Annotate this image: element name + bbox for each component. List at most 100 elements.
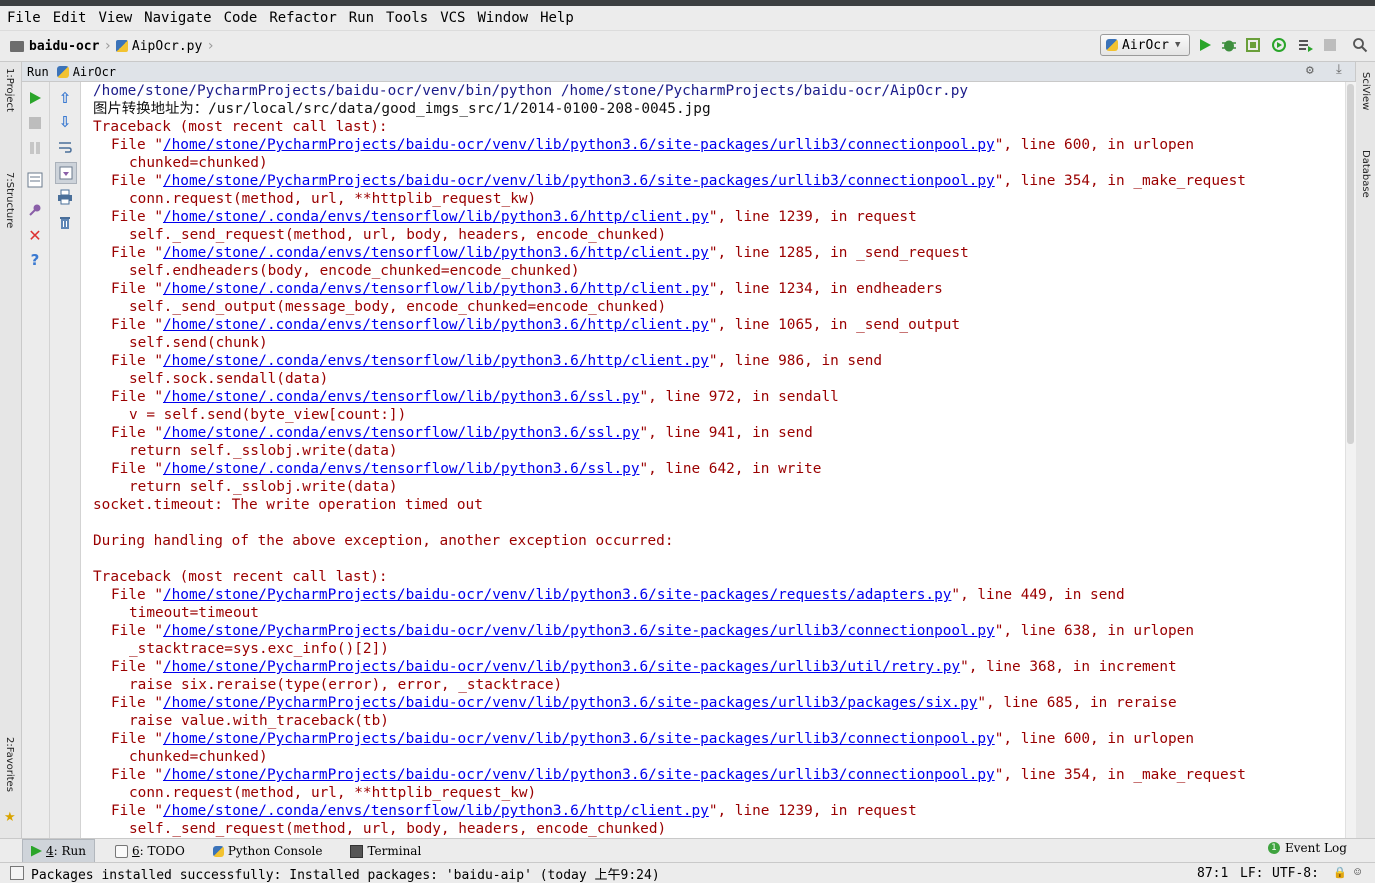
- soft-wrap-icon[interactable]: [55, 137, 75, 157]
- menu-file[interactable]: File: [0, 10, 46, 26]
- traceback-file-link[interactable]: /home/stone/PycharmProjects/baidu-ocr/ve…: [163, 695, 977, 711]
- star-icon[interactable]: ★: [4, 810, 16, 825]
- scroll-to-end-icon[interactable]: [55, 162, 77, 184]
- menu-view[interactable]: View: [91, 10, 137, 26]
- database-tool-tab[interactable]: Database: [1360, 150, 1371, 198]
- run-tab-config[interactable]: AirOcr: [73, 65, 116, 79]
- bottom-tool-tabs: 4: Run 6: TODO Python Console Terminal 1 Ev…: [0, 838, 1375, 863]
- traceback-file-link[interactable]: /home/stone/PycharmProjects/baidu-ocr/ve…: [163, 623, 995, 639]
- console-code-line: self.send(chunk): [129, 335, 268, 351]
- run-console-output[interactable]: /home/stone/PycharmProjects/baidu-ocr/ve…: [81, 82, 1345, 838]
- traceback-file-line: File "/home/stone/.conda/envs/tensorflow…: [93, 208, 1246, 226]
- profile-icon[interactable]: [1270, 36, 1288, 54]
- traceback-file-link[interactable]: /home/stone/PycharmProjects/baidu-ocr/ve…: [163, 659, 960, 675]
- restore-layout-icon[interactable]: [25, 170, 45, 190]
- status-message[interactable]: Packages installed successfully: Install…: [31, 864, 660, 883]
- search-everywhere-icon[interactable]: [1351, 36, 1369, 54]
- traceback-location: ", line 600, in urlopen: [994, 137, 1194, 153]
- console-code-line: return self._sslobj.write(data): [129, 443, 398, 459]
- menu-run[interactable]: Run: [342, 10, 379, 26]
- run-with-concurrency-icon[interactable]: [1296, 36, 1314, 54]
- toggle-tool-windows-icon[interactable]: [10, 866, 24, 880]
- hide-panel-icon[interactable]: ⤓: [1336, 62, 1342, 77]
- run-icon[interactable]: [1196, 36, 1214, 54]
- run-configuration-label: AirOcr: [1122, 37, 1169, 53]
- console-code-line: return self._sslobj.write(data): [129, 479, 398, 495]
- console-vertical-scrollbar[interactable]: [1345, 82, 1356, 838]
- lock-icon[interactable]: 🔒: [1333, 866, 1347, 879]
- traceback-file-link[interactable]: /home/stone/.conda/envs/tensorflow/lib/p…: [163, 425, 640, 441]
- traceback-file-link[interactable]: /home/stone/PycharmProjects/baidu-ocr/ve…: [163, 587, 951, 603]
- close-icon[interactable]: ✕: [25, 225, 45, 245]
- python-icon: [1106, 39, 1118, 51]
- tool-tab-todo[interactable]: 6: TODO: [107, 840, 193, 862]
- traceback-location: ", line 1065, in _send_output: [708, 317, 961, 333]
- print-icon[interactable]: [55, 187, 75, 207]
- traceback-file-prefix: File ": [111, 173, 163, 189]
- traceback-file-link[interactable]: /home/stone/.conda/envs/tensorflow/lib/p…: [163, 461, 640, 477]
- file-encoding[interactable]: UTF-8:: [1272, 866, 1319, 881]
- tool-tab-python-console[interactable]: Python Console: [205, 840, 331, 862]
- menu-bar: File Edit View Navigate Code Refactor Run Tools…: [0, 6, 1375, 30]
- tool-tab-run[interactable]: 4: Run: [22, 839, 95, 863]
- menu-refactor[interactable]: Refactor: [262, 10, 341, 26]
- pin-tab-icon[interactable]: [25, 200, 45, 220]
- python-console-icon: [212, 845, 224, 857]
- tool-tab-terminal[interactable]: Terminal: [342, 840, 429, 862]
- traceback-file-line: File "/home/stone/PycharmProjects/baidu-…: [93, 586, 1246, 604]
- console-code-line: conn.request(method, url, **httplib_requ…: [129, 191, 537, 207]
- traceback-file-link[interactable]: /home/stone/.conda/envs/tensorflow/lib/p…: [163, 803, 709, 819]
- traceback-location: ", line 368, in increment: [960, 659, 1177, 675]
- menu-window[interactable]: Window: [471, 10, 534, 26]
- breadcrumb-file[interactable]: AipOcr.py: [132, 39, 202, 54]
- rerun-icon[interactable]: [25, 88, 45, 108]
- pause-icon[interactable]: [25, 138, 45, 158]
- structure-tool-tab[interactable]: 7:Structure: [4, 172, 15, 228]
- traceback-file-prefix: File ": [111, 137, 163, 153]
- traceback-file-line: File "/home/stone/.conda/envs/tensorflow…: [93, 802, 1246, 820]
- menu-code[interactable]: Code: [217, 10, 263, 26]
- caret-position[interactable]: 87:1: [1197, 866, 1228, 881]
- traceback-file-line: File "/home/stone/PycharmProjects/baidu-…: [93, 730, 1246, 748]
- traceback-file-link[interactable]: /home/stone/.conda/envs/tensorflow/lib/p…: [163, 245, 709, 261]
- traceback-file-line: File "/home/stone/.conda/envs/tensorflow…: [93, 424, 1246, 442]
- help-icon[interactable]: ?: [25, 250, 45, 270]
- traceback-file-line: File "/home/stone/.conda/envs/tensorflow…: [93, 316, 1246, 334]
- traceback-file-link[interactable]: /home/stone/.conda/envs/tensorflow/lib/p…: [163, 209, 709, 225]
- arrow-up-icon[interactable]: ⇧: [55, 88, 75, 108]
- menu-edit[interactable]: Edit: [46, 10, 92, 26]
- traceback-file-link[interactable]: /home/stone/PycharmProjects/baidu-ocr/ve…: [163, 173, 995, 189]
- arrow-down-icon[interactable]: ⇩: [55, 112, 75, 132]
- console-output-line: 图片转换地址为：/usr/local/src/data/good_imgs_sr…: [93, 101, 711, 117]
- breadcrumb-project[interactable]: baidu-ocr: [29, 39, 99, 54]
- stop-icon[interactable]: [25, 113, 45, 133]
- traceback-file-link[interactable]: /home/stone/.conda/envs/tensorflow/lib/p…: [163, 281, 709, 297]
- trash-icon[interactable]: [55, 212, 75, 232]
- favorites-tool-tab[interactable]: 2:Favorites: [4, 737, 15, 792]
- traceback-file-link[interactable]: /home/stone/PycharmProjects/baidu-ocr/ve…: [163, 767, 995, 783]
- sciview-tool-tab[interactable]: SciView: [1360, 72, 1371, 110]
- traceback-file-link[interactable]: /home/stone/PycharmProjects/baidu-ocr/ve…: [163, 137, 995, 153]
- menu-navigate[interactable]: Navigate: [137, 10, 216, 26]
- traceback-file-link[interactable]: /home/stone/.conda/envs/tensorflow/lib/p…: [163, 353, 709, 369]
- debug-icon[interactable]: [1220, 36, 1238, 54]
- project-tool-tab[interactable]: 1:Project: [4, 68, 15, 112]
- menu-help[interactable]: Help: [533, 10, 579, 26]
- traceback-file-prefix: File ": [111, 731, 163, 747]
- scrollbar-thumb[interactable]: [1347, 84, 1354, 444]
- traceback-file-link[interactable]: /home/stone/PycharmProjects/baidu-ocr/ve…: [163, 731, 995, 747]
- event-log-tab[interactable]: 1 Event Log: [1268, 841, 1347, 855]
- run-configuration-select[interactable]: AirOcr ▼: [1100, 34, 1190, 56]
- traceback-file-prefix: File ": [111, 209, 163, 225]
- menu-vcs[interactable]: VCS: [433, 10, 470, 26]
- coverage-icon[interactable]: [1244, 36, 1262, 54]
- traceback-location: ", line 1239, in request: [708, 803, 917, 819]
- inspector-icon[interactable]: ☺: [1354, 865, 1361, 879]
- traceback-file-link[interactable]: /home/stone/.conda/envs/tensorflow/lib/p…: [163, 389, 640, 405]
- traceback-file-link[interactable]: /home/stone/.conda/envs/tensorflow/lib/p…: [163, 317, 709, 333]
- menu-tools[interactable]: Tools: [379, 10, 433, 26]
- traceback-location: ", line 354, in _make_request: [994, 767, 1246, 783]
- gear-icon[interactable]: ⚙: [1306, 63, 1314, 78]
- stop-icon[interactable]: [1321, 36, 1339, 54]
- line-separator[interactable]: LF:: [1240, 866, 1263, 881]
